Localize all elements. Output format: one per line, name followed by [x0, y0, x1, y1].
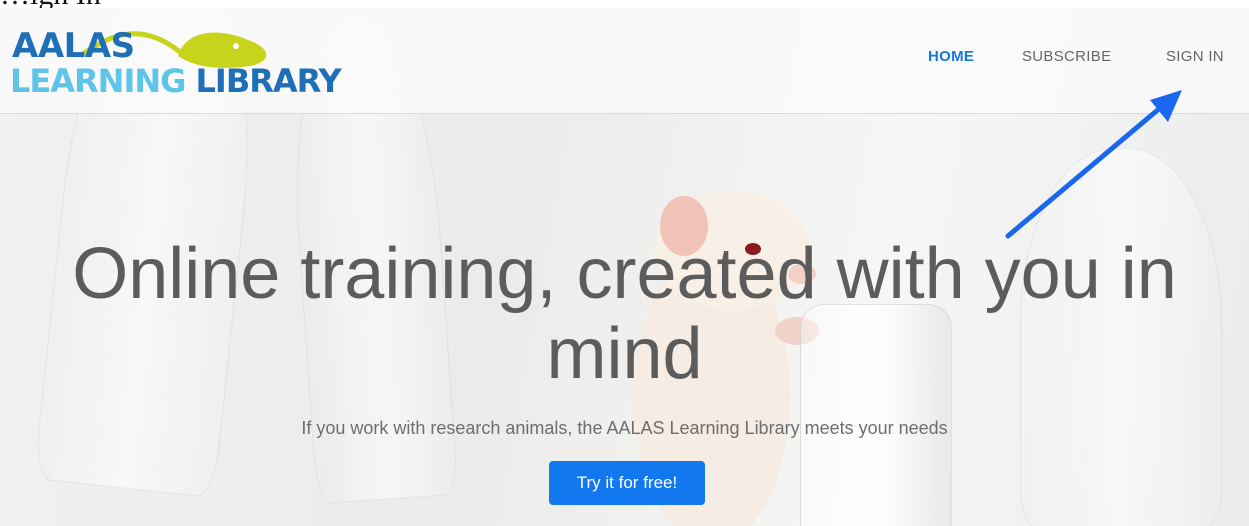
try-it-free-button[interactable]: Try it for free!	[549, 461, 705, 505]
logo-text-learning: LEARNING	[10, 62, 186, 100]
nav-subscribe[interactable]: SUBSCRIBE	[1022, 48, 1111, 65]
logo-text-aalas: AALAS	[12, 26, 135, 66]
hero-headline: Online training, created with you in min…	[72, 234, 1177, 394]
aalas-logo[interactable]: AALAS LEARNING LIBRARY	[10, 18, 342, 106]
hero-subheadline: If you work with research animals, the A…	[301, 418, 948, 438]
nav-home[interactable]: HOME	[928, 48, 974, 65]
page-caption: …ign In	[0, 0, 101, 11]
logo-text-library: LIBRARY	[185, 62, 342, 100]
pointer-arrow-icon	[1005, 90, 1182, 239]
page: AALAS LEARNING LIBRARY HOME SUBSCRIBE SI…	[0, 8, 1249, 526]
logo-text-learning-library: LEARNING LIBRARY	[10, 62, 342, 100]
nav-sign-in[interactable]: SIGN IN	[1166, 48, 1224, 65]
